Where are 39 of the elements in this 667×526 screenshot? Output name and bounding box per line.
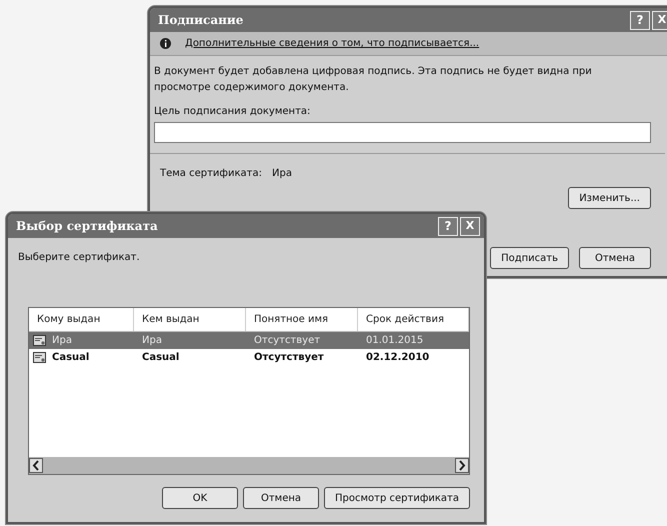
table-cell-text: Casual xyxy=(141,351,180,365)
scroll-right-icon[interactable] xyxy=(455,458,469,473)
certificate-name: Ира xyxy=(272,167,292,181)
window-title: Выбор сертификата xyxy=(16,218,159,235)
certificate-icon xyxy=(33,352,46,363)
window-title: Подписание xyxy=(158,12,244,29)
table-cell-text: 02.12.2010 xyxy=(365,351,430,365)
dialog-button[interactable]: Отмена xyxy=(579,247,651,269)
prompt-text: Выберите сертификат. xyxy=(18,251,141,265)
help-button[interactable]: ? xyxy=(630,10,650,30)
certificate-icon xyxy=(33,335,46,346)
list-row[interactable]: Casual Casual Отсутствует 02.12.2010 xyxy=(29,349,469,366)
field-label: Цель подписания документа: xyxy=(154,105,312,119)
table-cell-text: Отсутствует xyxy=(253,351,325,365)
horizontal-scrollbar[interactable] xyxy=(29,457,469,474)
table-cell-text: 01.01.2015 xyxy=(365,334,424,348)
change-button[interactable]: Изменить... xyxy=(568,187,651,209)
column-header[interactable]: Кому выдан xyxy=(29,308,134,331)
dialog-button[interactable]: Подписать xyxy=(490,247,569,269)
message-text: В документ будет добавлена цифровая подпись. Эта подпись не будет видна при просмотре содержимого документа. xyxy=(154,65,593,95)
table-cell-text: Отсутствует xyxy=(253,334,322,348)
table-cell-text: Ира xyxy=(51,334,73,348)
certificate-list[interactable]: Кому выдан Кем выдан Понятное имя Срок действия Ира Ира Отсутствует 01.01.2015 Casual Casual Отсутствует 02.12.2010 xyxy=(28,307,470,475)
column-header[interactable]: Кем выдан xyxy=(134,308,246,331)
scroll-left-icon[interactable] xyxy=(29,458,43,473)
column-header[interactable]: Понятное имя xyxy=(246,308,358,331)
purpose-field[interactable] xyxy=(154,122,651,143)
field-label: Тема сертификата: xyxy=(160,167,262,181)
dialog-button[interactable]: OK xyxy=(162,487,238,509)
close-button[interactable]: X xyxy=(652,10,667,30)
dialog-button[interactable]: Просмотр сертификата xyxy=(324,487,470,509)
list-row[interactable]: Ира Ира Отсутствует 01.01.2015 xyxy=(29,332,469,349)
table-cell-text: Ира xyxy=(141,334,163,348)
column-header[interactable]: Срок действия xyxy=(358,308,469,331)
table-cell-text: Casual xyxy=(51,351,90,365)
info-icon xyxy=(160,38,171,49)
dialog-button[interactable]: Отмена xyxy=(243,487,319,509)
close-button[interactable]: X xyxy=(460,216,480,236)
help-button[interactable]: ? xyxy=(438,216,458,236)
